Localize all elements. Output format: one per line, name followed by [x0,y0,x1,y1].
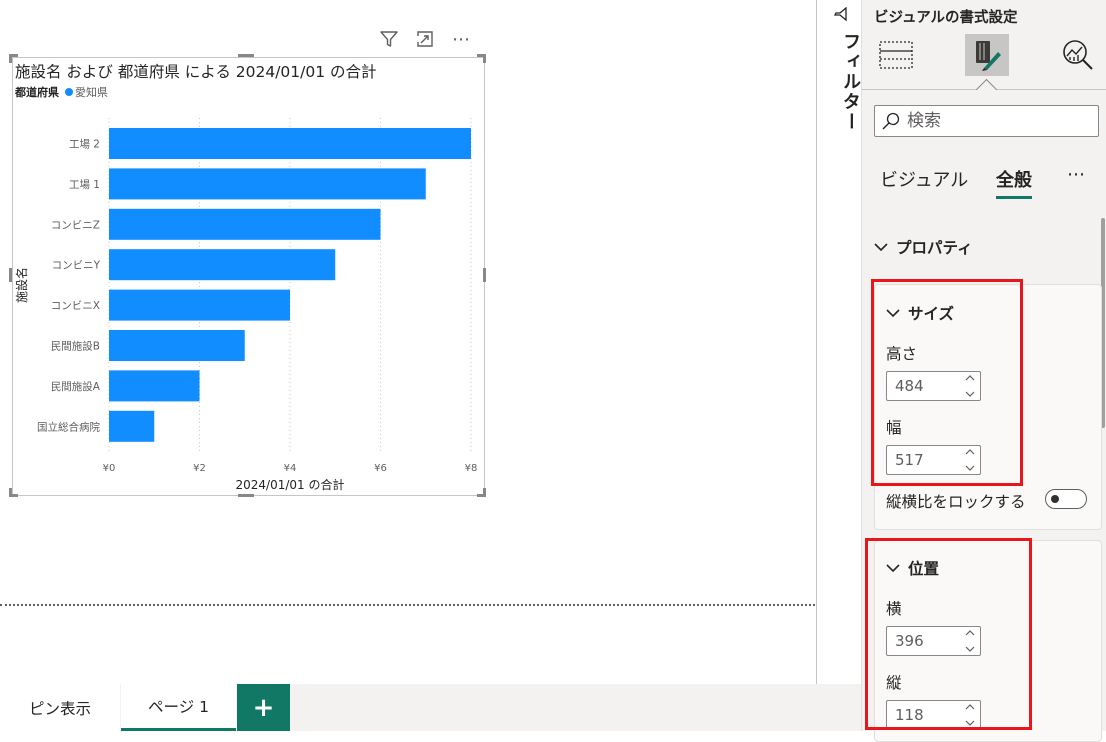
width-stepper[interactable] [886,445,981,475]
format-pane: ビジュアルの書式設定 検索 ビジュアル 全般 ⋯ プロパティ サイズ 高さ 48… [861,0,1106,742]
x-axis-title: 2024/01/01 の合計 [236,477,345,492]
category-label: 工場 1 [69,178,100,191]
chevron-down-icon[interactable] [964,719,976,727]
bar[interactable] [109,330,245,361]
vertical-stepper[interactable] [886,700,981,730]
analytics-icon [1063,40,1093,70]
x-tick-label: ¥0 [103,463,116,474]
width-label: 幅 [886,419,902,437]
chevron-up-icon[interactable] [964,629,976,637]
vertical-input[interactable] [893,705,959,725]
bar[interactable] [109,370,200,402]
chevron-up-icon[interactable] [964,374,976,382]
bar[interactable] [109,168,426,200]
build-visual-icon [879,41,913,69]
toggle-knob [1051,495,1059,503]
chevron-up-icon[interactable] [964,448,976,456]
x-tick-label: ¥6 [374,463,387,474]
properties-section-header[interactable]: プロパティ [874,236,973,258]
format-visual-tab[interactable] [965,34,1009,76]
horizontal-stepper-arrows[interactable] [964,629,976,653]
category-label: 民間施設B [51,340,100,353]
height-input[interactable] [893,376,959,396]
vertical-stepper-arrows[interactable] [964,703,976,727]
position-section-header[interactable]: 位置 [886,557,939,579]
format-search-box[interactable] [874,105,1099,137]
filter-pane-icon[interactable] [833,6,847,25]
chevron-down-icon[interactable] [964,464,976,472]
x-tick-label: ¥2 [193,463,206,474]
pin-view-tab[interactable]: ピン表示 [0,684,120,731]
width-input[interactable] [893,450,959,470]
filter-pane-label[interactable]: フィルター [837,32,863,132]
height-stepper[interactable] [886,371,981,401]
active-tab-caret [975,78,998,101]
subtab-visual[interactable]: ビジュアル [880,166,968,192]
search-icon [882,112,900,130]
chevron-down-icon[interactable] [964,645,976,653]
subtab-general[interactable]: 全般 [996,166,1032,199]
lock-aspect-label: 縦横比をロックする [886,493,1026,511]
horizontal-input[interactable] [893,631,959,651]
page-tabs-bar: ピン表示 ページ 1 + [0,684,861,731]
category-label: コンビニY [52,260,101,272]
horizontal-label: 横 [886,600,902,618]
page-boundary [0,604,815,606]
format-visual-icon [976,41,1001,71]
bar[interactable] [109,289,290,321]
category-label: 民間施設A [51,380,101,393]
format-pane-title: ビジュアルの書式設定 [874,10,1018,26]
x-tick-label: ¥4 [284,463,297,474]
chart-plot: ¥0 ¥2 ¥4 ¥6 ¥8 工場 2 工場 1 コンビニZ コンビニY コンビニX 民間施設B 民間… [14,118,478,492]
chevron-down-icon[interactable] [964,390,976,398]
size-section-label: サイズ [908,305,955,323]
add-page-button[interactable]: + [237,684,290,731]
format-search-input[interactable] [905,110,1089,132]
bar[interactable] [109,410,155,442]
horizontal-stepper[interactable] [886,626,981,656]
category-label: 国立総合病院 [37,420,100,433]
subtab-more-button[interactable]: ⋯ [1067,164,1086,185]
bar[interactable] [109,128,471,159]
page-tab-1[interactable]: ページ 1 [121,684,236,731]
y-axis-title: 施設名 [14,267,29,303]
vertical-label: 縦 [886,674,902,692]
chevron-up-icon[interactable] [964,703,976,711]
bar[interactable] [109,208,381,240]
height-stepper-arrows[interactable] [964,374,976,398]
build-visual-tab[interactable] [874,34,918,76]
x-tick-label: ¥8 [465,463,478,474]
position-section-label: 位置 [908,560,940,578]
category-label: コンビニZ [51,219,100,231]
lock-aspect-toggle[interactable] [1045,489,1087,509]
category-label: コンビニX [51,300,100,312]
filter-pane[interactable]: フィルター [816,0,861,684]
chevron-down-icon [886,564,900,573]
category-label: 工場 2 [69,138,100,151]
chevron-down-icon [874,243,888,252]
analytics-tab[interactable] [1056,34,1100,76]
properties-section-label: プロパティ [896,239,973,257]
bar[interactable] [109,249,336,281]
chevron-down-icon [886,309,900,318]
size-section-header[interactable]: サイズ [886,302,954,324]
width-stepper-arrows[interactable] [964,448,976,472]
height-label: 高さ [886,345,918,363]
